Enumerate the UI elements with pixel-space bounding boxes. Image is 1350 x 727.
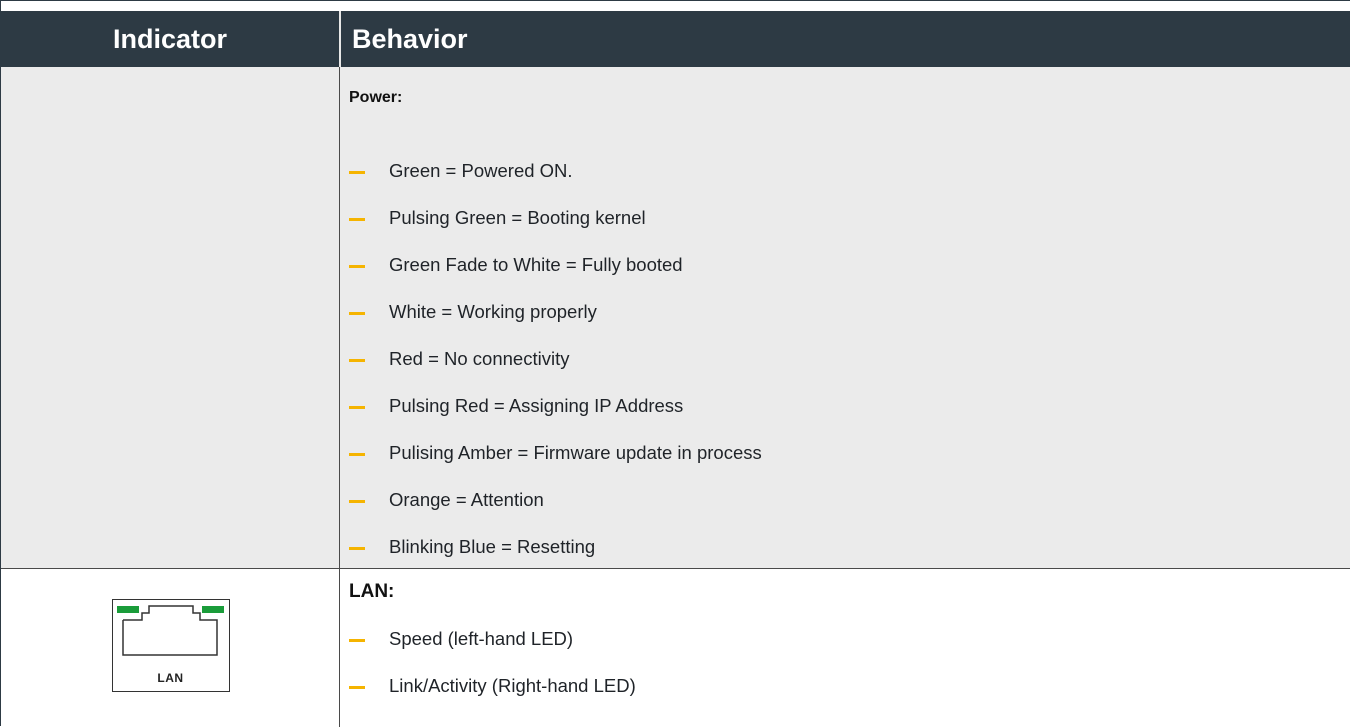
dash-bullet-icon (349, 547, 365, 550)
dash-bullet-icon (349, 218, 365, 221)
table-header-row: Indicator Behavior (1, 11, 1350, 67)
indicator-behavior-table: Indicator Behavior Power: Green = Powere… (0, 0, 1350, 727)
header-indicator: Indicator (112, 23, 227, 54)
dash-bullet-icon (349, 453, 365, 456)
dash-bullet-icon (349, 171, 365, 174)
speed-led-icon (117, 606, 139, 613)
column-divider (339, 67, 340, 727)
lan-title: LAN: (349, 581, 395, 602)
dash-bullet-icon (349, 406, 365, 409)
dash-bullet-icon (349, 500, 365, 503)
table-row-power (1, 67, 1350, 568)
dash-bullet-icon (349, 639, 365, 642)
ethernet-port-icon: LAN (112, 599, 230, 692)
dash-bullet-icon (349, 265, 365, 268)
lan-port-label: LAN (157, 671, 184, 685)
header-behavior: Behavior (352, 23, 468, 54)
dash-bullet-icon (349, 686, 365, 689)
link-led-icon (202, 606, 224, 613)
power-title: Power: (349, 89, 403, 106)
port-socket-outline (122, 605, 218, 656)
dash-bullet-icon (349, 359, 365, 362)
dash-bullet-icon (349, 312, 365, 315)
